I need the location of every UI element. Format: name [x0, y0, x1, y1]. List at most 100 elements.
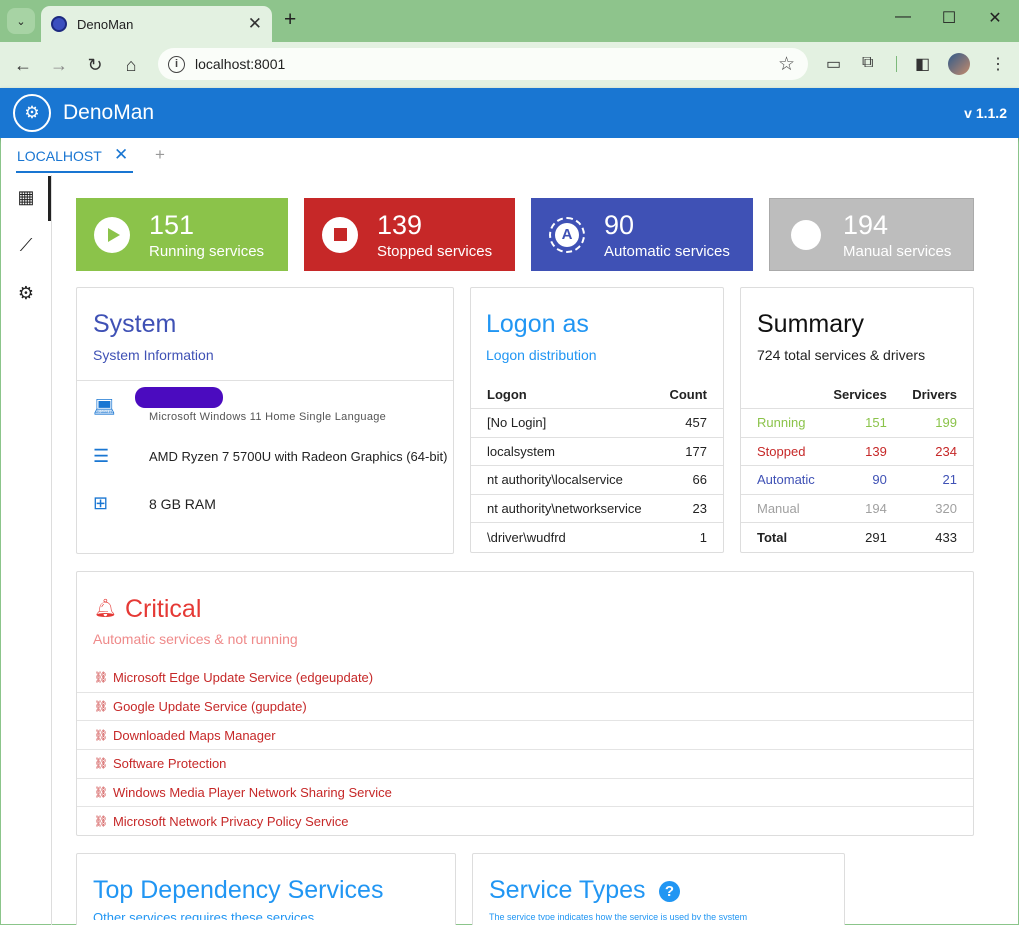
cpu-name: AMD Ryzen 7 5700U with Radeon Graphics (…	[149, 449, 448, 464]
logon-count: 23	[662, 494, 723, 523]
denoman-logo-icon: ⚙	[13, 94, 51, 132]
summary-services: 90	[819, 465, 899, 495]
bookmark-star-icon[interactable]: ☆	[778, 53, 795, 76]
critical-service-name[interactable]: Windows Media Player Network Sharing Ser…	[113, 785, 392, 800]
critical-service-link[interactable]: ⛓ Google Update Service (gupdate)	[77, 693, 973, 722]
link-icon: ⛓	[94, 729, 108, 742]
stat-card-automatic[interactable]: A 90 Automatic services	[531, 198, 753, 271]
stat-card-running[interactable]: 151 Running services	[76, 198, 288, 271]
logon-row: [No Login] 457	[471, 408, 723, 438]
app-version: v 1.1.2	[964, 105, 1007, 121]
stat-stopped-label: Stopped services	[377, 242, 493, 260]
summary-label: Stopped	[741, 437, 819, 466]
stop-circle-icon	[322, 216, 358, 253]
critical-service-name[interactable]: Microsoft Network Privacy Policy Service	[113, 814, 349, 829]
help-question-icon[interactable]: ?	[659, 881, 680, 902]
os-name: Microsoft Windows 11 Home Single Languag…	[149, 411, 387, 423]
browser-tab-title: DenoMan	[77, 16, 134, 32]
forward-arrow-icon[interactable]: →	[46, 52, 72, 78]
critical-service-name[interactable]: Downloaded Maps Manager	[113, 728, 276, 743]
redacted-hostname	[135, 387, 223, 408]
critical-subtitle: Automatic services & not running	[93, 631, 298, 647]
settings-gears-icon[interactable]: ⚙	[14, 283, 38, 304]
system-title: System	[93, 310, 177, 338]
summary-title: Summary	[757, 310, 864, 338]
analytics-chart-icon[interactable]: ⟋	[14, 235, 38, 256]
host-tab-localhost[interactable]: LOCALHOST	[17, 148, 102, 164]
critical-service-name[interactable]: Microsoft Edge Update Service (edgeupdat…	[113, 670, 373, 685]
new-tab-plus-icon[interactable]: +	[284, 8, 296, 32]
logon-subtitle: Logon distribution	[486, 347, 597, 363]
summary-label: Total	[757, 529, 788, 545]
url-text[interactable]: localhost:8001	[195, 56, 778, 72]
logon-name: \driver\wudfrd	[487, 529, 566, 545]
logon-count: 457	[662, 408, 723, 438]
reload-icon[interactable]: ↻	[82, 52, 108, 78]
summary-label: Automatic	[741, 465, 819, 495]
add-host-plus-icon[interactable]: +	[155, 145, 165, 165]
host-tab-close-icon[interactable]: ✕	[114, 145, 128, 165]
menu-kebab-icon[interactable]: ⋮	[990, 54, 1006, 74]
laptop-icon: 💻︎	[93, 397, 116, 417]
critical-service-link[interactable]: ⛓ Microsoft Edge Update Service (edgeupda…	[77, 664, 973, 693]
summary-drivers: 433	[935, 529, 957, 545]
stat-manual-value: 194	[843, 209, 889, 240]
logon-row: nt authority\localservice 66	[471, 465, 723, 495]
logon-name: localsystem	[471, 437, 663, 466]
stat-card-stopped[interactable]: 139 Stopped services	[304, 198, 515, 271]
back-arrow-icon[interactable]: ←	[10, 52, 36, 78]
tab-search-chevron-icon[interactable]: ⌄	[7, 8, 35, 34]
critical-service-name[interactable]: Google Update Service (gupdate)	[113, 699, 307, 714]
cpu-row: ☰ AMD Ryzen 7 5700U with Radeon Graphics…	[93, 446, 447, 467]
logon-row: localsystem 177	[471, 437, 723, 466]
summary-services: 151	[819, 408, 899, 438]
summary-row: Manual 194 320	[741, 494, 973, 523]
summary-row: Total 291 433	[741, 523, 973, 552]
stat-card-manual[interactable]: 194 Manual services	[769, 198, 974, 271]
summary-subtitle: 724 total services & drivers	[757, 347, 926, 363]
logon-name: nt authority\localservice	[471, 465, 663, 495]
home-icon[interactable]: ⌂	[118, 52, 144, 78]
summary-services: 139	[819, 437, 899, 466]
logon-table: Logon Count [No Login] 457 localsystem 177 n…	[471, 380, 723, 551]
window-close-icon[interactable]: ✕	[980, 8, 1010, 28]
critical-service-link[interactable]: ⛓ Software Protection	[77, 750, 973, 779]
critical-service-name[interactable]: Software Protection	[113, 756, 226, 771]
link-icon: ⛓	[94, 787, 108, 800]
service-types-subtitle: The service type indicates how the servi…	[489, 912, 748, 920]
summary-row: Stopped 139 234	[741, 437, 973, 466]
tab-close-icon[interactable]: ✕	[248, 14, 262, 34]
service-types-title: Service Types	[489, 876, 646, 904]
browser-tab[interactable]: DenoMan ✕	[41, 6, 272, 42]
logon-count: 1	[699, 529, 707, 545]
bell-alert-icon: 🔔︎	[94, 598, 117, 618]
summary-drivers: 199	[898, 408, 973, 438]
minimize-icon[interactable]: —	[888, 8, 918, 26]
dashboard-icon[interactable]: ▦	[14, 187, 38, 208]
summary-header-row: Services Drivers	[741, 380, 973, 409]
site-info-icon[interactable]: i	[168, 55, 185, 73]
side-nav-divider	[51, 175, 52, 925]
side-panel-icon[interactable]: ◧	[915, 54, 930, 74]
ram-row: ⊞ 8 GB RAM	[93, 493, 216, 514]
logon-col-header: Logon	[471, 380, 663, 409]
critical-service-link[interactable]: ⛓ Windows Media Player Network Sharing Se…	[77, 779, 973, 808]
summary-label: Manual	[741, 494, 819, 523]
critical-service-link[interactable]: ⛓ Downloaded Maps Manager	[77, 721, 973, 751]
critical-service-link[interactable]: ⛓ Microsoft Network Privacy Policy Servic…	[77, 808, 973, 837]
link-icon: ⛓	[94, 758, 108, 771]
stat-running-label: Running services	[149, 242, 265, 260]
address-bar[interactable]: i localhost:8001 ☆	[158, 48, 808, 80]
server-storage-icon: ☰	[93, 446, 110, 466]
toolbar-divider	[896, 56, 897, 72]
system-divider	[77, 380, 453, 381]
dependency-subtitle: Other services requires these services	[93, 911, 315, 920]
extensions-puzzle-icon[interactable]: ⧉	[862, 54, 873, 72]
logon-name: nt authority\networkservice	[471, 494, 663, 523]
stat-manual-label: Manual services	[843, 242, 952, 260]
profile-avatar[interactable]	[948, 53, 970, 75]
cast-icon[interactable]: ▭	[826, 54, 841, 74]
side-nav-active-indicator	[48, 176, 51, 221]
maximize-icon[interactable]: ☐	[934, 8, 964, 28]
denoman-favicon-icon	[51, 16, 67, 32]
